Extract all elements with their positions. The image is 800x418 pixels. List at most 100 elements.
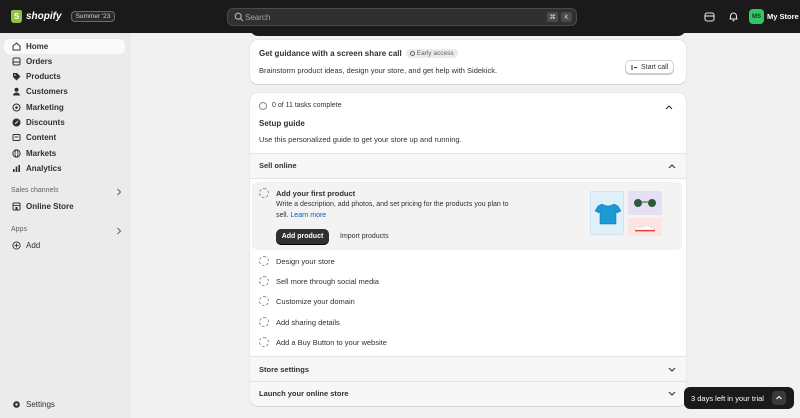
chevron-up-icon: [776, 395, 782, 400]
learn-more-link[interactable]: Learn more: [290, 212, 326, 219]
store-avatar[interactable]: MS: [749, 9, 764, 24]
sidebar-item-label: Add: [26, 241, 41, 250]
chevron-up-icon[interactable]: [668, 163, 676, 169]
sell-online-header[interactable]: [250, 154, 686, 178]
guidance-header: Get guidance with a screen share call Ea…: [259, 49, 458, 58]
setup-guide-title: Setup guide: [259, 119, 305, 128]
chevron-up-icon[interactable]: [665, 104, 673, 110]
sidebar-item-discounts[interactable]: Discounts: [4, 115, 125, 130]
task-incomplete-icon[interactable]: [259, 317, 269, 327]
trial-text: 3 days left in your trial: [691, 394, 764, 403]
globe-icon: [12, 149, 21, 158]
tshirt-icon: [594, 203, 622, 225]
task-sharing-details[interactable]: Add sharing details: [276, 318, 340, 327]
task-customize-domain[interactable]: Customize your domain: [276, 297, 355, 306]
store-settings-title[interactable]: Store settings: [259, 365, 309, 374]
task-incomplete-icon[interactable]: [259, 276, 269, 286]
setup-guide-subtitle: Use this personalized guide to get your …: [259, 135, 462, 144]
sidebar-item-label: Content: [26, 133, 57, 142]
info-icon: [409, 51, 415, 56]
sidebar-item-content[interactable]: Content: [4, 130, 125, 145]
plus-circle-icon: [12, 241, 21, 250]
launch-store-title[interactable]: Launch your online store: [259, 389, 349, 398]
sunglasses-card: [628, 191, 662, 215]
tshirt-card: [590, 191, 624, 235]
content-icon: [12, 134, 21, 141]
early-access-badge: Early access: [405, 49, 458, 58]
add-product-button[interactable]: Add product: [276, 229, 329, 244]
sidebar-item-add-app[interactable]: Add: [4, 238, 125, 253]
sidebar-item-label: Analytics: [26, 164, 62, 173]
chevron-down-icon[interactable]: [668, 367, 676, 373]
import-products-button[interactable]: Import products: [340, 233, 389, 240]
start-call-label: Start call: [641, 63, 669, 71]
sell-online-title[interactable]: Sell online: [259, 161, 297, 170]
setup-guide-card: 0 of 11 tasks complete Setup guide Use t…: [250, 93, 686, 406]
shopify-logo[interactable]: S shopify Summer '23: [11, 10, 116, 23]
sidebar-item-products[interactable]: Products: [4, 69, 125, 84]
shortcut-cmd-key: ⌘: [547, 12, 558, 22]
gear-icon: [13, 401, 20, 408]
sunglasses-icon: [634, 199, 656, 207]
sidebar-item-customers[interactable]: Customers: [4, 84, 125, 99]
bell-icon[interactable]: [728, 11, 739, 22]
task-incomplete-icon[interactable]: [259, 188, 269, 198]
storefront-icon: [12, 202, 21, 211]
first-product-desc-second-line: sell. Learn more: [276, 212, 326, 219]
search-icon: [234, 12, 244, 22]
store-name[interactable]: My Store: [767, 12, 799, 21]
task-incomplete-icon[interactable]: [259, 337, 269, 347]
guidance-title: Get guidance with a screen share call: [259, 49, 402, 58]
start-call-button[interactable]: Start call: [625, 60, 675, 74]
store-settings-header[interactable]: [250, 357, 686, 381]
tag-icon: [13, 73, 21, 81]
shopify-bag-icon: S: [11, 10, 22, 23]
sidebar-item-orders[interactable]: Orders: [4, 54, 125, 69]
task-incomplete-icon[interactable]: [259, 256, 269, 266]
sidebar-item-label: Products: [26, 72, 61, 81]
chart-icon: [13, 165, 20, 172]
shoe-icon: [634, 224, 656, 232]
sidebar: Home Orders Products Customers Marketing…: [0, 33, 131, 418]
store-icon[interactable]: [704, 11, 715, 22]
chevron-right-icon[interactable]: [116, 227, 122, 235]
task-design-store[interactable]: Design your store: [276, 257, 335, 266]
shortcut-k-key: K: [561, 12, 572, 22]
early-access-label: Early access: [416, 50, 454, 57]
trial-expand-button[interactable]: [772, 391, 786, 405]
sidebar-item-label: Settings: [26, 400, 55, 409]
chevron-right-icon[interactable]: [116, 188, 122, 196]
discount-icon: [12, 118, 21, 127]
search-bar[interactable]: ⌘ K: [227, 8, 577, 26]
chevron-down-icon[interactable]: [668, 391, 676, 397]
task-social-media[interactable]: Sell more through social media: [276, 277, 379, 286]
trial-banner[interactable]: 3 days left in your trial: [684, 387, 794, 409]
guidance-card: Get guidance with a screen share call Ea…: [250, 40, 686, 84]
sidebar-item-label: Markets: [26, 149, 57, 158]
sidebar-item-markets[interactable]: Markets: [4, 146, 125, 161]
person-icon: [13, 87, 20, 96]
task-buy-button[interactable]: Add a Buy Button to your website: [276, 338, 387, 347]
products-illustration: [588, 189, 664, 239]
sidebar-item-analytics[interactable]: Analytics: [4, 161, 125, 176]
first-product-description: Write a description, add photos, and set…: [276, 201, 546, 208]
sidebar-item-label: Home: [26, 42, 49, 51]
sidebar-item-label: Online Store: [26, 202, 74, 211]
screen-share-icon: [631, 64, 637, 70]
sidebar-item-settings[interactable]: Settings: [4, 397, 125, 412]
sidebar-item-label: Orders: [26, 57, 53, 66]
search-input[interactable]: [245, 9, 495, 25]
first-product-title: Add your first product: [276, 189, 356, 198]
sidebar-item-online-store[interactable]: Online Store: [4, 199, 125, 214]
target-icon: [12, 103, 21, 112]
sales-channels-heading[interactable]: Sales channels: [11, 187, 58, 194]
edition-badge: Summer '23: [70, 11, 116, 22]
apps-heading[interactable]: Apps: [11, 226, 27, 233]
sidebar-item-marketing[interactable]: Marketing: [4, 100, 125, 115]
task-incomplete-icon[interactable]: [259, 296, 269, 306]
progress-circle-icon: [259, 102, 267, 110]
orders-icon: [12, 57, 21, 66]
shoe-card: [628, 218, 662, 236]
sidebar-item-home[interactable]: Home: [4, 39, 125, 54]
tasks-progress: 0 of 11 tasks complete: [272, 102, 342, 109]
